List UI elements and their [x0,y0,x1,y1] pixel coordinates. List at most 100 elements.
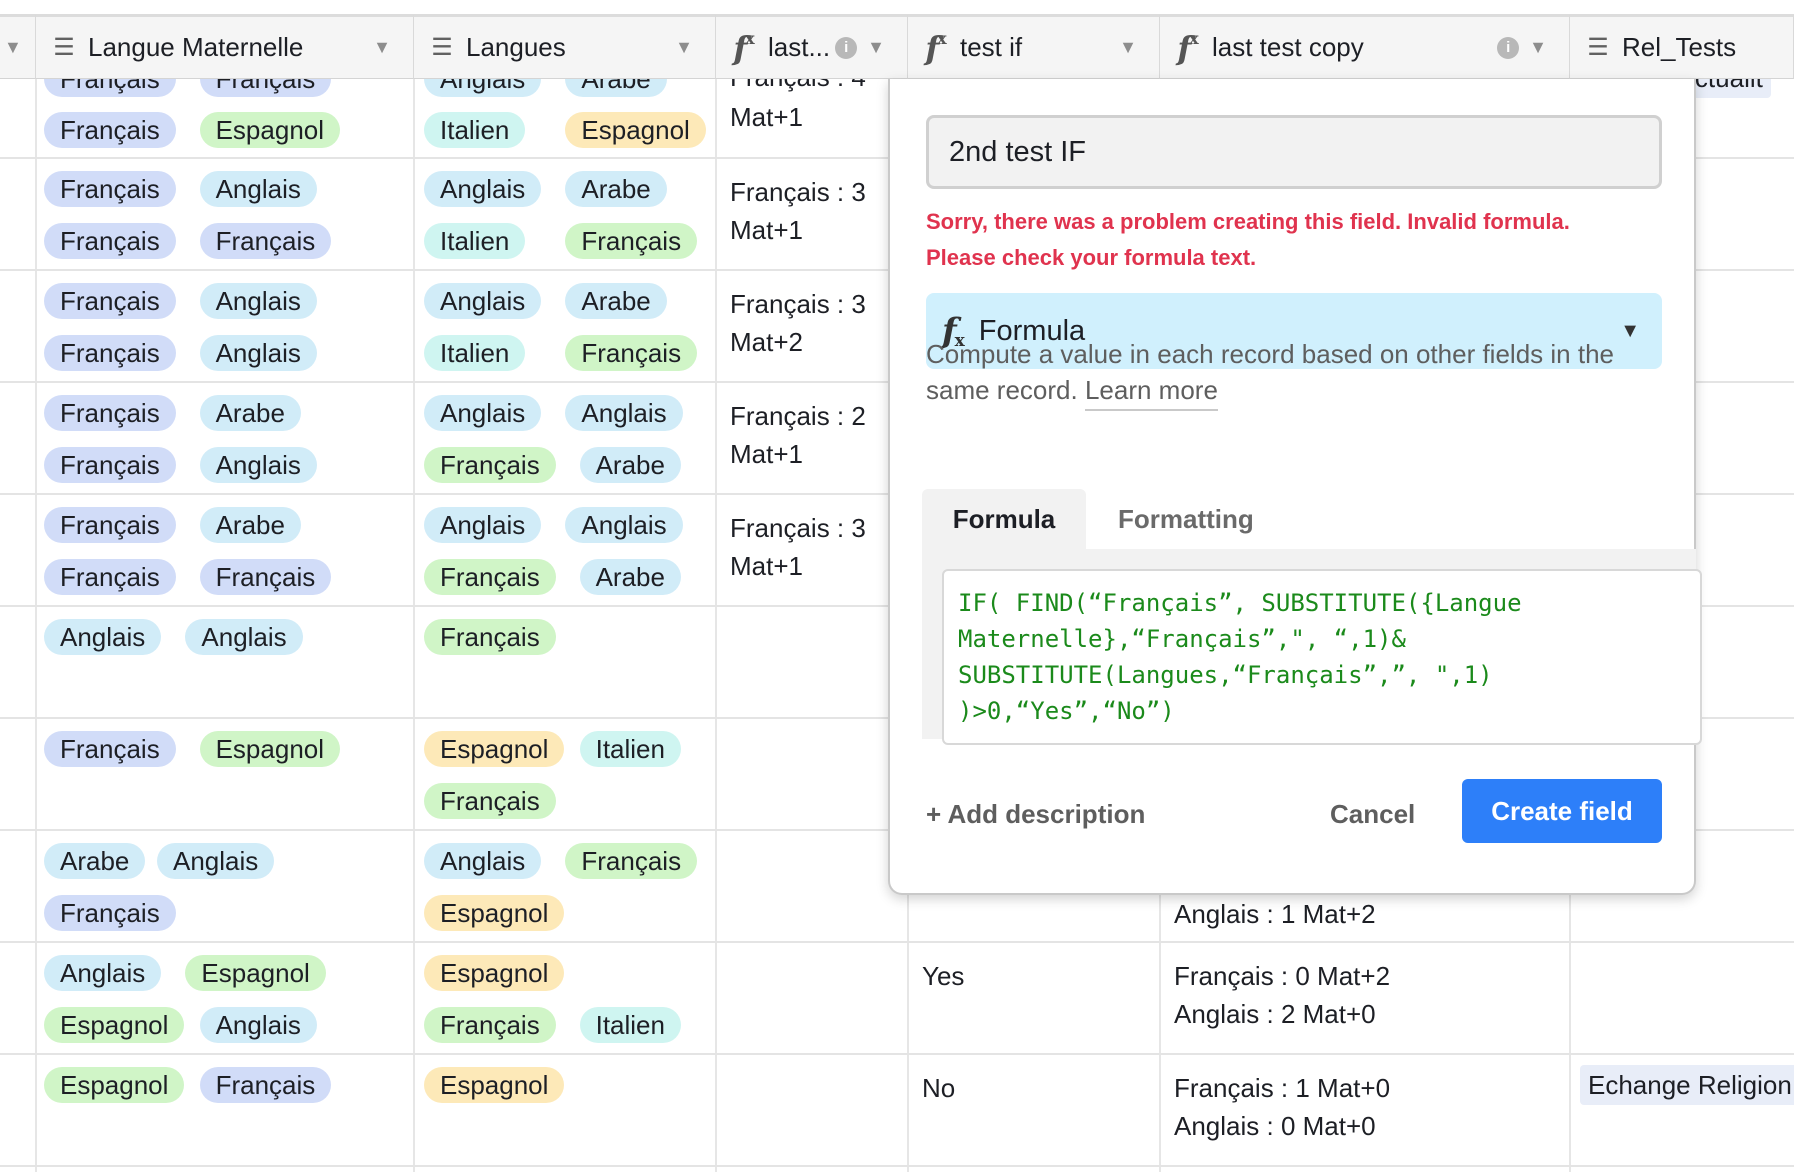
cell-text: Anglais : 2 Mat+0 [1174,999,1376,1029]
tag-pill: Français [199,223,332,259]
tab-formula[interactable]: Formula [922,489,1086,549]
field-type-description: Compute a value in each record based on … [926,339,1662,370]
tag-pill: Français [424,447,556,483]
tag-pill: Français [44,335,176,371]
formula-editor-panel: IF( FIND(“Français”, SUBSTITUTE({Langue … [922,549,1702,745]
tag-pill: Italien [424,335,526,371]
chevron-down-icon[interactable]: ▼ [1529,37,1547,58]
tag-pill: Anglais [44,955,162,991]
cell-text: Français : 2 [730,401,866,431]
create-field-button[interactable]: Create field [1462,779,1662,843]
column-header-label: Langues [466,32,566,62]
tag-pill: Français [199,1067,332,1103]
tag-pill: Anglais [199,1007,317,1043]
field-name-input[interactable]: 2nd test IF [926,115,1662,189]
tag-pill: Français [199,559,332,595]
chevron-down-icon[interactable]: ▼ [867,37,885,58]
tag-pill: Anglais [199,283,317,319]
tag-pill: Arabe [565,171,667,207]
chevron-down-icon[interactable]: ▼ [373,37,391,58]
tag-pill: Anglais [424,283,542,319]
tag-pill: Anglais [185,619,303,655]
tag-pill: Anglais [424,843,542,879]
tab-formatting[interactable]: Formatting [1118,489,1254,549]
cell-text: Anglais : 1 Mat+2 [1174,899,1376,929]
tag-pill: Espagnol [424,1067,565,1103]
tag-pill: Anglais [199,335,317,371]
tag-pill: Anglais [44,619,162,655]
tag-pill: Français [44,559,176,595]
linked-record-pill[interactable]: Echange Religion [1580,1065,1794,1105]
field-type-description-2: same record. Learn more [926,375,1662,411]
cell-text: Mat+1 [730,439,803,469]
cell-text: Mat+1 [730,215,803,245]
column-header-label: last test copy [1212,32,1364,62]
column-header[interactable]: f x test if ▼ [908,14,1160,79]
column-header-label: test if [960,32,1023,62]
formula-icon: fx [1177,28,1199,67]
description-text: same record. [926,375,1085,405]
tag-pill: Espagnol [44,1007,185,1043]
tag-pill: Anglais [199,171,317,207]
cancel-button[interactable]: Cancel [1330,799,1415,830]
tag-pill: Anglais [157,843,275,879]
column-header-label: Rel_Tests [1622,32,1737,62]
tag-pill: Anglais [424,395,542,431]
tag-pill: Espagnol [424,895,565,931]
tag-pill: Français [44,223,176,259]
tag-pill: Anglais [424,507,542,543]
cell-text: Français : 0 Mat+2 [1174,961,1391,991]
header-cover [0,0,1794,14]
formula-icon: fx [733,28,755,67]
cell-text: Mat+1 [730,551,803,581]
tag-pill: Français [44,507,176,543]
error-message: Sorry, there was a problem creating this… [926,209,1570,234]
tag-pill: Italien [579,1007,681,1043]
cell-text: Mat+1 [730,102,803,132]
learn-more-link[interactable]: Learn more [1084,375,1218,411]
tag-pill: Espagnol [424,731,565,767]
tag-pill: Espagnol [199,731,341,767]
tag-pill: Français [565,843,698,879]
info-icon[interactable]: i [835,36,858,59]
column-header[interactable]: f x last... i ▼ [716,14,908,79]
tag-pill: Anglais [565,507,683,543]
chevron-down-icon[interactable]: ▼ [675,37,693,58]
column-header[interactable]: ☰ Langues ▼ [414,14,716,79]
error-message-hint: Please check your formula text. [926,245,1257,270]
column-header[interactable]: ▼ [0,14,36,79]
tag-pill: Espagnol [424,955,565,991]
tag-pill: Français [424,559,556,595]
cell-text: Français : 3 [730,513,866,543]
lookup-icon: ☰ [53,34,75,61]
tag-pill: Anglais [199,447,317,483]
chevron-down-icon[interactable]: ▼ [4,37,22,58]
tag-pill: Français [565,335,698,371]
tag-pill: Arabe [579,447,681,483]
cell-text: Français : 3 [730,177,866,207]
column-header[interactable]: ☰ Langue Maternelle ▼ [36,14,414,79]
cell-text: Mat+2 [730,327,803,357]
tag-pill: Italien [424,223,526,259]
tag-pill: Français [44,731,176,767]
tag-pill: Français [44,395,176,431]
tag-pill: Français [44,895,176,931]
tag-pill: Italien [579,731,681,767]
column-header[interactable]: f x last test copy i ▼ [1160,14,1570,79]
tag-pill: Espagnol [44,1067,185,1103]
column-header[interactable]: ☰ Rel_Tests [1570,14,1794,79]
formula-icon: fx [925,28,947,67]
formula-editor[interactable]: IF( FIND(“Français”, SUBSTITUTE({Langue … [942,569,1702,745]
cell-text: Français : 3 [730,289,866,319]
tag-pill: Français [424,783,556,819]
tag-pill: Français [44,171,176,207]
tag-pill: Arabe [199,507,301,543]
add-description-button[interactable]: + Add description [926,799,1145,830]
info-icon[interactable]: i [1497,36,1520,59]
chevron-down-icon[interactable]: ▼ [1119,37,1137,58]
description-text: Compute a value in each record based on … [926,339,1614,369]
tag-pill: Espagnol [565,112,706,148]
tag-pill: Arabe [199,395,301,431]
field-config-dialog: 2nd test IF Sorry, there was a problem c… [888,79,1702,895]
tag-pill: Espagnol [185,955,326,991]
